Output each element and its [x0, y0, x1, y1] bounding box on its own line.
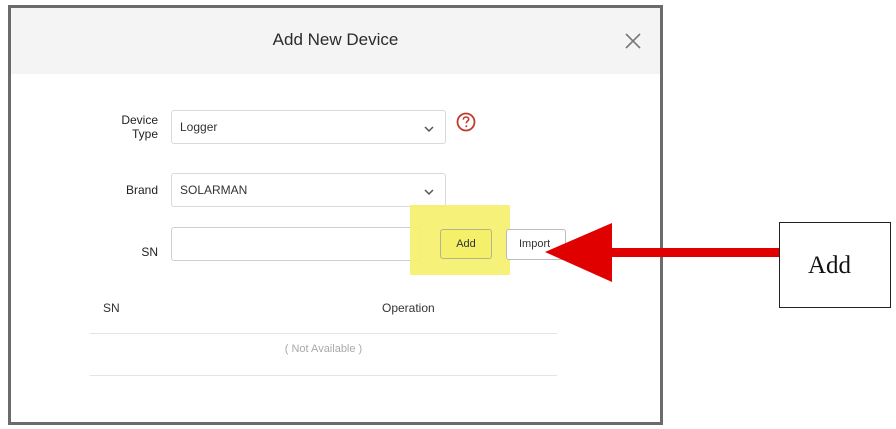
empty-table-text: ( Not Available ): [284, 343, 363, 355]
brand-label: Brand: [125, 183, 158, 197]
sn-label: SN: [141, 245, 158, 259]
add-callout: Add: [779, 222, 891, 308]
table-header-divider: [90, 333, 557, 334]
dialog-title: Add New Device: [272, 30, 399, 49]
sn-input[interactable]: [171, 227, 421, 261]
add-button[interactable]: Add: [440, 229, 492, 259]
chevron-down-icon: [423, 122, 435, 140]
close-icon[interactable]: [624, 32, 642, 50]
chevron-down-icon: [423, 185, 435, 203]
column-header-operation: Operation: [382, 301, 435, 315]
brand-select[interactable]: SOLARMAN: [171, 173, 446, 207]
column-header-sn: SN: [103, 301, 120, 315]
table-bottom-divider: [90, 375, 557, 376]
brand-value: SOLARMAN: [180, 183, 248, 197]
add-device-dialog: Add New Device: [8, 5, 663, 425]
device-type-value: Logger: [180, 120, 218, 134]
red-arrow-icon: [545, 223, 780, 282]
dialog-header: Add New Device: [11, 8, 660, 74]
question-circle-icon[interactable]: [456, 112, 476, 132]
device-type-select[interactable]: Logger: [171, 110, 446, 144]
device-type-label: Device Type: [121, 113, 158, 141]
